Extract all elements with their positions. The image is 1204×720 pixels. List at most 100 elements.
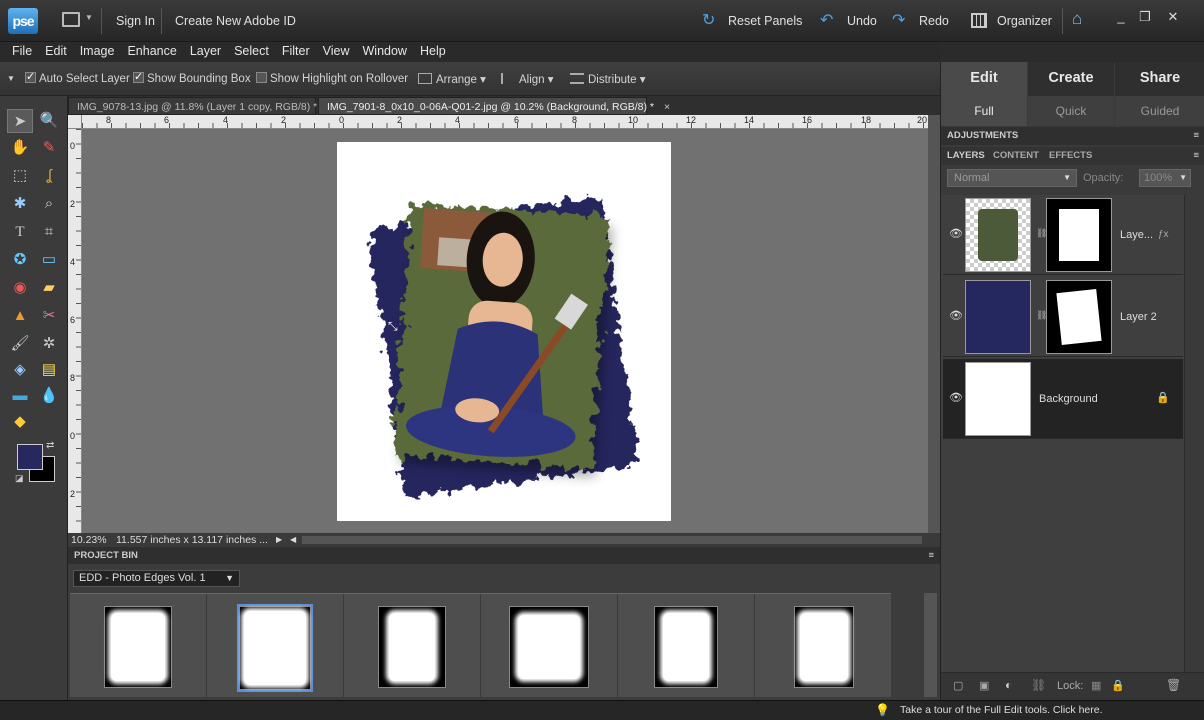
minimize-icon[interactable]: _ (1110, 8, 1132, 26)
menu-image[interactable]: Image (80, 42, 115, 60)
layer-name[interactable]: Laye... (1120, 229, 1153, 241)
adjustments-panel-header[interactable]: ADJUSTMENTS ≡ (941, 127, 1204, 145)
restore-icon[interactable]: ❐ (1134, 8, 1156, 26)
layer-row-layer-2[interactable]: 👁 ⛓ Layer 2 (943, 277, 1183, 357)
gradient-tool-icon[interactable]: ▤ (36, 358, 62, 382)
menu-select[interactable]: Select (234, 42, 269, 60)
paint-bucket-tool-icon[interactable]: ◈ (7, 358, 33, 382)
undo-icon[interactable]: ↶ (820, 10, 833, 30)
menu-enhance[interactable]: Enhance (127, 42, 176, 60)
link-layers-icon[interactable]: ⛓ (1031, 678, 1046, 692)
sponge-tool-icon[interactable]: ◆ (7, 410, 33, 434)
bin-source-dropdown[interactable]: EDD - Photo Edges Vol. 1 ▼ (73, 570, 240, 587)
grid-icon[interactable] (971, 13, 987, 28)
auto-select-layer-checkbox[interactable]: Auto Select Layer (25, 70, 130, 85)
menu-filter[interactable]: Filter (282, 42, 310, 60)
tab-create[interactable]: Create (1028, 62, 1114, 96)
options-menu-icon[interactable]: ▼ (7, 74, 15, 83)
layer-row-layer-1[interactable]: 👁 ⛓ Laye... ƒx (943, 195, 1183, 275)
trash-icon[interactable]: 🗑 (1166, 678, 1181, 692)
bin-scrollbar[interactable] (924, 593, 937, 697)
type-tool-icon[interactable]: T (7, 220, 33, 244)
clone-stamp-tool-icon[interactable]: ▲ (7, 304, 33, 328)
panel-menu-icon[interactable]: ≡ (928, 547, 934, 564)
zoom-tool-icon[interactable]: 🔍 (36, 109, 62, 133)
canvas-area[interactable]: ⤡ (82, 129, 928, 533)
reset-icon[interactable]: ↻ (702, 10, 715, 30)
show-highlight-checkbox[interactable]: Show Highlight on Rollover (256, 72, 408, 85)
panel-menu-icon[interactable]: ≡ (1193, 147, 1199, 165)
menu-help[interactable]: Help (420, 42, 446, 60)
canvas-horizontal-scrollbar[interactable] (302, 536, 922, 544)
layers-scrollbar[interactable] (1184, 195, 1204, 675)
reset-panels-button[interactable]: Reset Panels (728, 14, 802, 28)
opacity-field[interactable]: 100% ▼ (1139, 169, 1191, 187)
arrange-dropdown[interactable]: Arrange ▾ (418, 72, 486, 86)
organizer-button[interactable]: Organizer (997, 14, 1052, 28)
bin-thumbnail[interactable] (344, 594, 481, 698)
adjustment-layer-icon[interactable]: ◐ (1005, 678, 1012, 692)
marquee-tool-icon[interactable]: ⬚ (7, 164, 33, 188)
sign-in-link[interactable]: Sign In (116, 14, 155, 28)
lock-transparency-icon[interactable]: ▦ (1091, 679, 1101, 692)
blur-tool-icon[interactable]: 💧 (36, 384, 62, 408)
tab-guided-edit[interactable]: Guided (1115, 96, 1204, 126)
eye-icon[interactable]: 👁 (949, 309, 963, 322)
redo-icon[interactable]: ↷ (892, 10, 905, 30)
tab-edit[interactable]: Edit (941, 62, 1027, 96)
blend-mode-dropdown[interactable]: Normal ▼ (947, 169, 1077, 187)
straighten-tool-icon[interactable]: ▭ (36, 248, 62, 272)
bin-thumbnail[interactable] (70, 594, 207, 698)
chevron-down-icon[interactable]: ▼ (85, 13, 93, 22)
menu-edit[interactable]: Edit (45, 42, 67, 60)
create-adobe-id-link[interactable]: Create New Adobe ID (175, 14, 296, 28)
quick-selection-tool-icon[interactable]: ⌕ (36, 192, 62, 216)
menu-view[interactable]: View (323, 42, 350, 60)
tab-img-9078[interactable]: IMG_9078-13.jpg @ 11.8% (Layer 1 copy, R… (68, 97, 333, 115)
lasso-tool-icon[interactable]: ʆ (36, 164, 62, 188)
crop-tool-icon[interactable]: ⌗ (36, 220, 62, 244)
zoom-readout[interactable]: 10.23% (71, 533, 107, 547)
layer-row-background[interactable]: 👁 Background 🔒 (943, 359, 1183, 439)
magic-wand-tool-icon[interactable]: ✱ (7, 192, 33, 216)
hand-tool-icon[interactable]: ✋ (7, 136, 33, 160)
layer-name[interactable]: Layer 2 (1120, 311, 1157, 323)
tour-link[interactable]: Take a tour of the Full Edit tools. Clic… (900, 704, 1103, 716)
new-layer-icon[interactable]: ▢ (953, 679, 963, 692)
layer-name[interactable]: Background (1039, 393, 1098, 405)
menu-file[interactable]: File (12, 42, 32, 60)
undo-button[interactable]: Undo (847, 14, 877, 28)
canvas-vertical-scrollbar[interactable] (928, 115, 940, 533)
bin-thumbnail[interactable] (618, 594, 755, 698)
panel-menu-icon[interactable]: ≡ (1193, 127, 1199, 145)
menu-window[interactable]: Window (363, 42, 407, 60)
cookie-cutter-tool-icon[interactable]: ✪ (7, 248, 33, 272)
tab-layers[interactable]: LAYERS (947, 147, 985, 165)
eye-icon[interactable]: 👁 (949, 227, 963, 240)
eye-icon[interactable]: 👁 (949, 391, 963, 404)
brush-tool-icon[interactable]: 🖌 (7, 332, 33, 356)
redo-button[interactable]: Redo (919, 14, 949, 28)
default-colors-icon[interactable]: ◪ (15, 473, 24, 484)
lock-all-icon[interactable]: 🔒 (1111, 679, 1125, 692)
tab-content[interactable]: CONTENT (993, 147, 1039, 165)
eyedropper-tool-icon[interactable]: ✎ (36, 136, 62, 160)
menu-layer[interactable]: Layer (190, 42, 221, 60)
show-bounding-box-checkbox[interactable]: Show Bounding Box (133, 70, 251, 85)
move-tool-icon[interactable]: ➤ (7, 109, 33, 133)
swap-colors-icon[interactable]: ⇄ (46, 440, 54, 451)
close-icon[interactable]: ✕ (1162, 8, 1184, 26)
workspace-icon[interactable] (62, 12, 80, 27)
tab-effects[interactable]: EFFECTS (1049, 147, 1092, 165)
home-icon[interactable]: ⌂ (1072, 9, 1082, 29)
bin-thumbnail[interactable] (207, 594, 344, 698)
bin-thumbnail[interactable] (755, 594, 892, 698)
bin-thumbnail[interactable] (481, 594, 618, 698)
tab-share[interactable]: Share (1115, 62, 1204, 96)
close-tab-icon[interactable]: × (664, 101, 670, 113)
status-menu-icon[interactable]: ▶ (276, 533, 282, 547)
healing-brush-tool-icon[interactable]: ▰ (36, 276, 62, 300)
scroll-left-icon[interactable]: ◀ (290, 533, 296, 547)
tab-full-edit[interactable]: Full (941, 96, 1027, 126)
tab-quick-edit[interactable]: Quick (1028, 96, 1114, 126)
